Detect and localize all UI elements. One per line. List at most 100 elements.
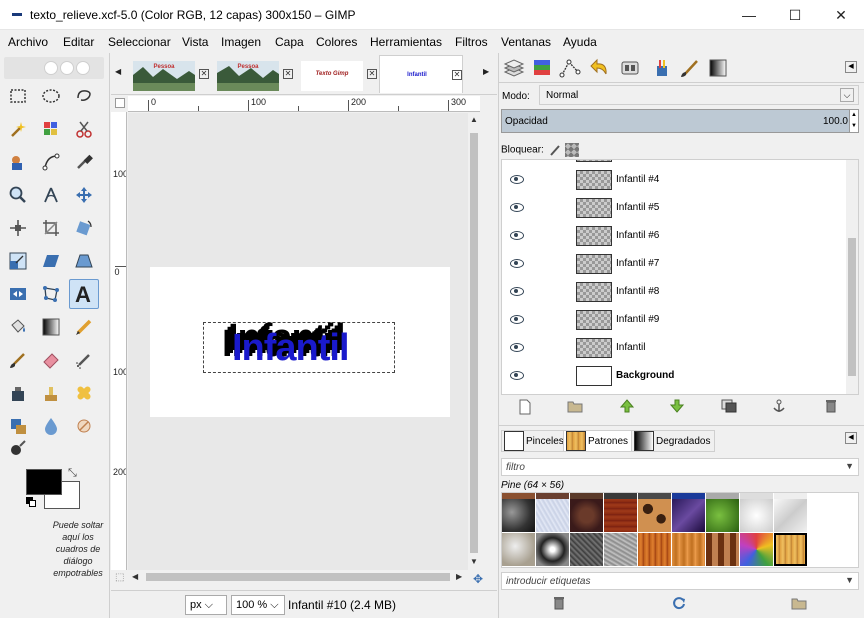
brushes-tab-icon[interactable] — [675, 55, 705, 81]
layer-row[interactable]: Infantil — [502, 334, 846, 362]
delete-layer-icon[interactable] — [823, 399, 839, 415]
layer-name[interactable]: Background — [616, 370, 674, 381]
color-picker-icon[interactable] — [69, 147, 99, 177]
close-button[interactable]: ✕ — [818, 0, 864, 30]
layer-name[interactable]: Infantil #6 — [616, 230, 659, 241]
menu-ayuda[interactable]: Ayuda — [563, 35, 597, 49]
new-layer-icon[interactable] — [517, 399, 533, 415]
menu-imagen[interactable]: Imagen — [221, 35, 261, 49]
open-pattern-folder-icon[interactable] — [791, 596, 807, 612]
fuzzy-select-icon[interactable] — [3, 114, 33, 144]
move-icon[interactable] — [69, 180, 99, 210]
maximize-button[interactable]: ☐ — [772, 0, 818, 30]
quick-mask-corner-button[interactable] — [115, 98, 125, 108]
text-icon[interactable]: A — [69, 279, 99, 309]
layer-row[interactable]: Infantil #8 — [502, 278, 846, 306]
tab-close-icon[interactable]: ✕ — [452, 70, 462, 80]
image-tab-4[interactable]: Infantil ✕ — [379, 55, 463, 93]
image-canvas[interactable]: Infantil Infantil Infantil Infantil — [150, 267, 450, 417]
visibility-eye-icon[interactable] — [510, 259, 524, 268]
tab-close-icon[interactable]: ✕ — [199, 69, 209, 79]
scissors-select-icon[interactable] — [69, 114, 99, 144]
opacity-spin-icon[interactable]: ▲ ▼ — [849, 110, 858, 132]
reset-colors-icon[interactable] — [26, 497, 36, 507]
layer-row[interactable]: Infantil #9 — [502, 306, 846, 334]
navigate-icon[interactable]: ✥ — [473, 572, 483, 586]
measure-icon[interactable] — [36, 180, 66, 210]
layers-scrollbar[interactable] — [846, 160, 858, 394]
foreground-select-icon[interactable] — [3, 147, 33, 177]
scale-icon[interactable] — [3, 246, 33, 276]
menu-archivo[interactable]: Archivo — [8, 35, 48, 49]
canvas-horizontal-scrollbar[interactable]: ◀ ▶ — [128, 570, 468, 584]
layer-row[interactable]: Infantil #7 — [502, 250, 846, 278]
flip-icon[interactable] — [3, 279, 33, 309]
refresh-patterns-icon[interactable] — [671, 596, 687, 612]
quick-mask-icon[interactable]: ⬚ — [115, 572, 124, 583]
gradient-icon[interactable] — [36, 312, 66, 342]
image-tab-3[interactable]: Texto Gimp ✕ — [295, 55, 379, 93]
lower-layer-icon[interactable] — [669, 399, 685, 415]
tab-close-icon[interactable]: ✕ — [283, 69, 293, 79]
bucket-fill-icon[interactable] — [3, 312, 33, 342]
layer-row[interactable]: Infantil #4 — [502, 166, 846, 194]
patterns-tab[interactable]: Patrones — [563, 430, 634, 452]
smudge-icon[interactable] — [69, 411, 99, 441]
delete-pattern-icon[interactable] — [551, 596, 567, 612]
visibility-eye-icon[interactable] — [510, 343, 524, 352]
menu-vista[interactable]: Vista — [182, 35, 208, 49]
raise-layer-icon[interactable] — [619, 399, 635, 415]
layers-tab-icon[interactable] — [499, 55, 529, 81]
dodge-burn-icon[interactable] — [3, 433, 33, 463]
layer-name[interactable]: Infantil #8 — [616, 286, 659, 297]
free-select-icon[interactable] — [69, 81, 99, 111]
tab-close-icon[interactable]: ✕ — [367, 69, 377, 79]
dock2-menu-icon[interactable]: ◀ — [845, 432, 857, 444]
gradients-tab[interactable]: Degradados — [631, 430, 716, 452]
anchor-layer-icon[interactable] — [771, 399, 787, 415]
rect-select-icon[interactable] — [3, 81, 33, 111]
layer-name[interactable]: Infantil #4 — [616, 174, 659, 185]
gradients-tab-icon[interactable] — [703, 55, 733, 81]
layer-name[interactable]: Infantil #7 — [616, 258, 659, 269]
menu-capa[interactable]: Capa — [275, 35, 304, 49]
mode-select[interactable]: Normal ⌵ — [539, 85, 859, 105]
device-status-tab-icon[interactable] — [615, 55, 645, 81]
dock-menu-icon[interactable]: ◀ — [845, 61, 857, 73]
cage-transform-icon[interactable] — [36, 279, 66, 309]
layer-row[interactable]: Infantil #6 — [502, 222, 846, 250]
menu-colores[interactable]: Colores — [316, 35, 357, 49]
ink-icon[interactable] — [3, 378, 33, 408]
layer-row[interactable]: Infantil #5 — [502, 194, 846, 222]
foreground-color-swatch-top[interactable] — [26, 469, 62, 495]
visibility-eye-icon[interactable] — [510, 203, 524, 212]
channels-tab-icon[interactable] — [527, 55, 557, 81]
pattern-grid[interactable] — [501, 492, 859, 568]
tabs-left-arrow-icon[interactable]: ◀ — [115, 67, 121, 76]
brushes-tab[interactable]: Pinceles — [501, 430, 569, 452]
minimize-button[interactable]: — — [726, 0, 772, 30]
zoom-icon[interactable] — [3, 180, 33, 210]
zoom-select[interactable]: 100 % ⌵ — [231, 595, 285, 615]
pencil-icon[interactable] — [69, 312, 99, 342]
image-tab-1[interactable]: Pessoa ✕ — [127, 55, 211, 93]
select-by-color-icon[interactable] — [36, 114, 66, 144]
menu-seleccionar[interactable]: Seleccionar — [108, 35, 171, 49]
rotate-icon[interactable] — [69, 213, 99, 243]
canvas-vertical-scrollbar[interactable]: ▲ ▼ — [468, 113, 480, 570]
paintbrush-icon[interactable] — [3, 345, 33, 375]
shear-icon[interactable] — [36, 246, 66, 276]
visibility-eye-icon[interactable] — [510, 231, 524, 240]
ellipse-select-icon[interactable] — [36, 81, 66, 111]
crop-icon[interactable] — [36, 213, 66, 243]
canvas-viewport[interactable]: Infantil Infantil Infantil Infantil — [128, 113, 468, 570]
visibility-eye-icon[interactable] — [510, 287, 524, 296]
layer-name[interactable]: Infantil #5 — [616, 202, 659, 213]
paths-tab-icon[interactable] — [555, 55, 585, 81]
paths-icon[interactable] — [36, 147, 66, 177]
menu-filtros[interactable]: Filtros — [455, 35, 488, 49]
airbrush-icon[interactable] — [69, 345, 99, 375]
visibility-eye-icon[interactable] — [510, 315, 524, 324]
unit-select[interactable]: px ⌵ — [185, 595, 227, 615]
eraser-icon[interactable] — [36, 345, 66, 375]
